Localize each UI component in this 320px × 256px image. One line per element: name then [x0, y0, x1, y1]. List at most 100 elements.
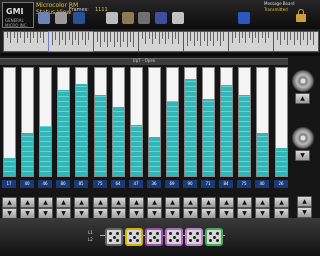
level-fill [221, 85, 232, 176]
up-arrow-icon: ▲ [302, 198, 307, 205]
column-up-arrow[interactable]: ▲ [255, 197, 270, 208]
level-column [220, 67, 233, 177]
thumbnail-bar [241, 32, 243, 38]
down-arrow-icon: ▼ [79, 210, 84, 217]
column-up-arrow[interactable]: ▲ [111, 197, 126, 208]
page-thumbnail[interactable] [93, 31, 139, 52]
column-up-arrow[interactable]: ▲ [38, 197, 53, 208]
dice-icon[interactable] [185, 228, 203, 246]
save-icon[interactable] [73, 12, 85, 24]
page-thumbnail[interactable] [48, 31, 94, 52]
thumbnail-bar [300, 32, 302, 45]
thumbnail-bar [286, 32, 288, 45]
thumbnail-bar [196, 32, 198, 41]
network-icon[interactable] [172, 12, 184, 24]
thumbnail-bar [268, 32, 270, 38]
level-fill [4, 158, 15, 176]
help-icon[interactable] [155, 12, 167, 24]
column-value: 69 [165, 180, 179, 188]
dice-pip [129, 232, 132, 235]
global-up-arrow[interactable]: ▲ [297, 196, 312, 207]
dice-icon[interactable] [145, 228, 163, 246]
thumbnail-bar [235, 32, 237, 38]
page-thumbnail[interactable] [183, 31, 229, 52]
dice-pip [216, 239, 219, 242]
column-up-arrow[interactable]: ▲ [20, 197, 35, 208]
column-up-arrow[interactable]: ▲ [165, 197, 180, 208]
column-up-arrow[interactable]: ▲ [147, 197, 162, 208]
lock-icon[interactable] [296, 9, 306, 22]
dice-icon[interactable] [205, 228, 223, 246]
page-thumbnail[interactable] [138, 31, 184, 52]
tool-icon[interactable] [122, 12, 134, 24]
column-up-arrow[interactable]: ▲ [219, 197, 234, 208]
dice-pip [156, 239, 159, 242]
thumbnail-bar [20, 32, 22, 38]
column-value: 84 [219, 180, 233, 188]
column-up-arrow[interactable]: ▲ [201, 197, 216, 208]
column-up-arrow[interactable]: ▲ [129, 197, 144, 208]
column-value: 85 [74, 180, 88, 188]
folder-icon[interactable] [38, 12, 50, 24]
thumbnail-bar [216, 32, 218, 41]
thumbnail-bar [30, 32, 32, 43]
page-thumbnail[interactable] [273, 31, 319, 52]
up-arrow-icon: ▲ [79, 199, 84, 206]
level-column [184, 67, 197, 177]
down-arrow-icon: ▼ [170, 210, 175, 217]
print-icon[interactable] [55, 12, 67, 24]
down-arrow-icon: ▼ [152, 210, 157, 217]
dice-icon[interactable] [165, 228, 183, 246]
thumbnail-bar [193, 32, 195, 46]
dice-pip [169, 239, 172, 242]
up-arrow-icon: ▲ [206, 199, 211, 206]
dice-pip [196, 232, 199, 235]
column-up-arrow[interactable]: ▲ [56, 197, 71, 208]
level-column [130, 67, 143, 177]
thumbnail-bar [10, 32, 12, 43]
down-arrow-icon: ▼ [61, 210, 66, 217]
thumbnail-bar [26, 32, 28, 38]
dice-pip [109, 239, 112, 242]
bottom-label-2: L2 [88, 237, 93, 242]
dice-pip [172, 235, 176, 239]
settings-icon[interactable] [138, 12, 150, 24]
level-column [148, 67, 161, 177]
level-fill [185, 79, 196, 176]
up-arrow-icon: ▲ [61, 199, 66, 206]
level-fill [131, 125, 142, 176]
column-up-arrow[interactable]: ▲ [93, 197, 108, 208]
column-up-arrow[interactable]: ▲ [74, 197, 89, 208]
down-arrow-icon: ▼ [302, 209, 307, 216]
upper-dial-knob[interactable] [292, 70, 314, 92]
dice-pip [116, 239, 119, 242]
page-thumbnail[interactable] [3, 31, 49, 52]
level-column [21, 67, 34, 177]
thumbnail-bar [303, 32, 305, 40]
thumbnail-bar [55, 32, 57, 40]
dice-icon[interactable] [105, 228, 123, 246]
level-column [39, 67, 52, 177]
display-icon[interactable] [238, 12, 250, 24]
down-arrow-icon: ▼ [25, 210, 30, 217]
column-up-arrow[interactable]: ▲ [183, 197, 198, 208]
column-value: 40 [255, 180, 269, 188]
lower-dial-knob[interactable] [292, 127, 314, 149]
column-up-arrow[interactable]: ▲ [2, 197, 17, 208]
dial-up-arrow[interactable]: ▲ [295, 93, 310, 104]
column-value: 40 [20, 180, 34, 188]
column-up-arrow[interactable]: ▲ [274, 197, 289, 208]
dice-icon[interactable] [125, 228, 143, 246]
down-arrow-icon: ▼ [134, 210, 139, 217]
level-fill [167, 101, 178, 176]
thumbnail-bar [85, 32, 86, 45]
thumbnail-bar [116, 32, 118, 42]
global-down-arrow[interactable]: ▼ [297, 207, 312, 218]
thumbnail-bar [261, 32, 263, 38]
column-up-arrow[interactable]: ▲ [237, 197, 252, 208]
search-icon[interactable] [106, 12, 118, 24]
dial-down-arrow[interactable]: ▼ [295, 150, 310, 161]
up-arrow-icon: ▲ [260, 199, 265, 206]
thumbnail-bar [265, 32, 266, 43]
page-thumbnail[interactable] [228, 31, 274, 52]
